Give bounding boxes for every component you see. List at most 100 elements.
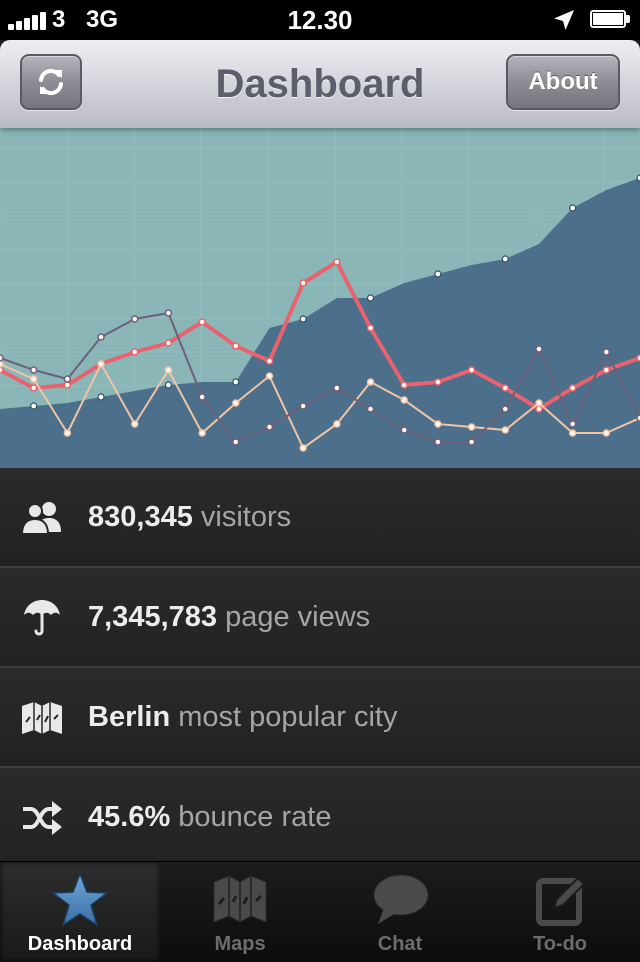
line-point xyxy=(400,381,408,389)
stat-label: page views xyxy=(225,601,371,633)
line-point xyxy=(198,393,206,401)
line-point xyxy=(568,420,577,428)
area-point xyxy=(97,393,105,401)
users-icon xyxy=(20,502,61,535)
tab-dashboard[interactable]: Dashboard xyxy=(0,862,160,962)
map-icon xyxy=(213,875,267,923)
line-point xyxy=(130,348,139,356)
line-point xyxy=(467,366,476,374)
stat-label: bounce rate xyxy=(178,801,332,833)
line-point xyxy=(29,375,38,383)
speech-bubble-icon xyxy=(373,874,429,924)
stat-row-visitors[interactable]: 830,345 visitors xyxy=(0,468,640,568)
line-point xyxy=(535,399,543,407)
line-point xyxy=(97,360,105,368)
line-point xyxy=(198,318,206,326)
about-button[interactable]: About xyxy=(506,54,620,110)
stat-value: 7,345,783 xyxy=(88,601,218,633)
area-point xyxy=(232,378,240,386)
area-point xyxy=(366,294,375,302)
line-point xyxy=(299,402,307,410)
line-point xyxy=(602,348,611,356)
line-point xyxy=(467,438,476,446)
line-point xyxy=(501,426,510,434)
line-point xyxy=(333,420,341,428)
line-point xyxy=(265,372,274,380)
stat-row-bounce-rate[interactable]: 45.6% bounce rate xyxy=(0,768,640,868)
area-point xyxy=(30,402,38,410)
line-point xyxy=(501,384,510,392)
line-point xyxy=(232,342,240,350)
stat-row-page-views[interactable]: 7,345,783 page views xyxy=(0,568,640,668)
line-point xyxy=(130,315,139,323)
shuffle-icon xyxy=(23,801,62,835)
area-point xyxy=(164,381,173,389)
tab-label: Chat xyxy=(377,933,423,955)
compose-icon xyxy=(536,876,586,926)
line-point xyxy=(602,366,611,374)
line-point xyxy=(63,375,72,383)
line-point xyxy=(130,420,139,428)
line-point xyxy=(29,366,38,374)
status-time: 12.30 xyxy=(287,5,353,35)
stat-value: 830,345 xyxy=(88,501,193,533)
map-icon xyxy=(22,702,62,734)
traffic-chart xyxy=(0,128,640,468)
line-point xyxy=(434,438,442,446)
navigation-bar: Dashboard About xyxy=(0,40,640,128)
area-point xyxy=(434,270,442,278)
line-point xyxy=(467,423,476,431)
line-point xyxy=(333,258,341,266)
stat-row-city[interactable]: Berlin most popular city xyxy=(0,668,640,768)
line-point xyxy=(535,345,543,353)
location-arrow-icon xyxy=(554,10,574,30)
battery-icon xyxy=(590,10,632,30)
line-point xyxy=(198,429,206,437)
area-point xyxy=(501,255,509,263)
line-point xyxy=(265,423,274,431)
line-point xyxy=(29,384,38,392)
tab-label: Maps xyxy=(214,933,266,955)
line-point xyxy=(0,366,4,374)
chart-svg xyxy=(0,128,640,468)
line-point xyxy=(434,378,442,386)
line-point xyxy=(63,381,72,389)
line-point xyxy=(366,405,375,413)
line-point xyxy=(568,384,577,392)
tab-bar: Dashboard Maps Chat To-do xyxy=(0,861,640,962)
line-point xyxy=(0,360,4,368)
status-bar: 3 3G 12.30 xyxy=(0,0,640,40)
tab-maps[interactable]: Maps xyxy=(160,862,320,962)
line-point xyxy=(568,429,577,437)
tab-chat[interactable]: Chat xyxy=(320,862,480,962)
line-point xyxy=(232,399,240,407)
area-point xyxy=(569,204,577,212)
line-point xyxy=(602,429,611,437)
stats-list: 830,345 visitors 7,345,783 page views Be… xyxy=(0,468,640,868)
line-point xyxy=(400,396,408,404)
area-point xyxy=(299,315,307,323)
line-point xyxy=(232,438,240,446)
line-point xyxy=(501,405,510,413)
star-icon xyxy=(50,872,110,927)
line-point xyxy=(164,309,173,317)
line-point xyxy=(333,384,341,392)
line-point xyxy=(366,324,375,332)
line-point xyxy=(400,426,408,434)
line-point xyxy=(265,357,274,365)
tab-todo[interactable]: To-do xyxy=(480,862,640,962)
tab-label: To-do xyxy=(532,933,588,955)
line-point xyxy=(97,333,105,341)
line-point xyxy=(164,339,173,347)
line-point xyxy=(366,378,375,386)
line-point xyxy=(0,354,4,362)
line-point xyxy=(299,444,307,452)
line-point xyxy=(63,429,72,437)
line-point xyxy=(535,405,543,413)
line-point xyxy=(299,279,307,287)
umbrella-icon xyxy=(24,600,60,636)
line-point xyxy=(164,366,173,374)
tab-label: Dashboard xyxy=(27,933,133,955)
stat-label: most popular city xyxy=(178,701,398,733)
stat-label: visitors xyxy=(200,501,292,533)
